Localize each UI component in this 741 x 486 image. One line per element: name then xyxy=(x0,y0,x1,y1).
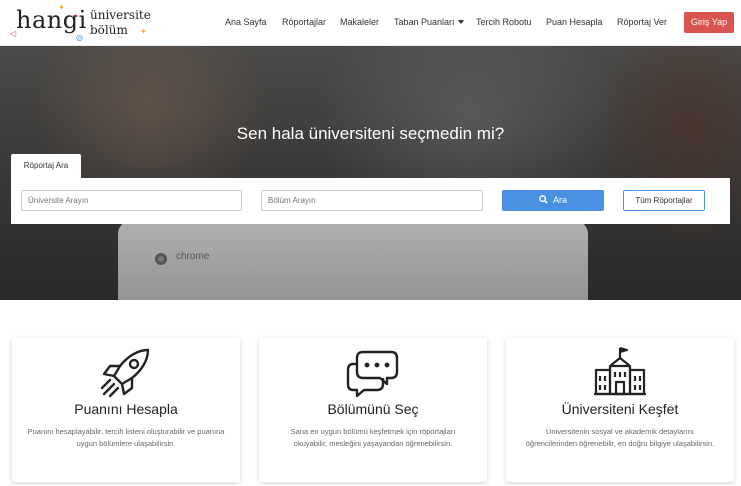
search-button-label: Ara xyxy=(552,195,567,205)
nav-score-calculator[interactable]: Puan Hesapla xyxy=(546,17,603,27)
card-description: Puanını hesaplayabilir, tercih listeni o… xyxy=(27,427,225,448)
nav-base-scores[interactable]: Taban Puanları xyxy=(394,17,464,27)
nav-preference-robot[interactable]: Tercih Robotu xyxy=(476,17,532,27)
university-building-icon xyxy=(506,346,734,396)
nav-interviews[interactable]: Röportajlar xyxy=(282,17,326,27)
search-icon xyxy=(539,195,548,204)
search-button[interactable]: Ara xyxy=(502,190,604,211)
top-navbar: hangi üniversite bölüm ✦ + ◁ ◎ ~ ✦ Ana S… xyxy=(0,0,741,46)
chrome-logo-icon xyxy=(155,253,167,265)
main-nav: Ana Sayfa Röportajlar Makaleler Taban Pu… xyxy=(0,0,741,46)
card-title: Üniversiteni Keşfet xyxy=(561,401,679,417)
card-score-calculator[interactable]: Puanını Hesapla Puanını hesaplayabilir, … xyxy=(12,338,240,482)
background-chrome-text: chrome xyxy=(176,251,210,262)
login-button[interactable]: Giriş Yap xyxy=(684,12,734,33)
card-title: Bölümünü Seç xyxy=(327,401,419,417)
card-discover-university[interactable]: Üniversiteni Keşfet Üniversitenin sosyal… xyxy=(506,338,734,482)
chevron-down-icon xyxy=(457,20,464,24)
chat-bubbles-icon xyxy=(259,346,487,398)
nav-base-scores-label: Taban Puanları xyxy=(394,17,455,27)
tab-interview-search[interactable]: Röportaj Ara xyxy=(11,154,81,178)
nav-give-interview[interactable]: Röportaj Ver xyxy=(617,17,667,27)
rocket-icon xyxy=(12,346,240,398)
card-title: Puanını Hesapla xyxy=(74,401,178,417)
university-search-input[interactable] xyxy=(21,190,242,211)
all-interviews-button[interactable]: Tüm Röportajlar xyxy=(623,190,705,211)
hero-title: Sen hala üniversiteni seçmedin mi? xyxy=(236,124,505,143)
card-choose-department[interactable]: Bölümünü Seç Sana en uygun bölümü keşfet… xyxy=(259,338,487,482)
nav-home[interactable]: Ana Sayfa xyxy=(225,17,267,27)
nav-articles[interactable]: Makaleler xyxy=(340,17,379,27)
search-panel: Ara Tüm Röportajlar xyxy=(11,178,730,224)
department-search-input[interactable] xyxy=(261,190,483,211)
hero-section: chrome Sen hala üniversiteni seçmedin mi… xyxy=(0,46,741,300)
card-description: Sana en uygun bölümü keşfetmek için röpo… xyxy=(290,427,456,448)
card-description: Üniversitenin sosyal ve akademik detayla… xyxy=(525,427,715,448)
